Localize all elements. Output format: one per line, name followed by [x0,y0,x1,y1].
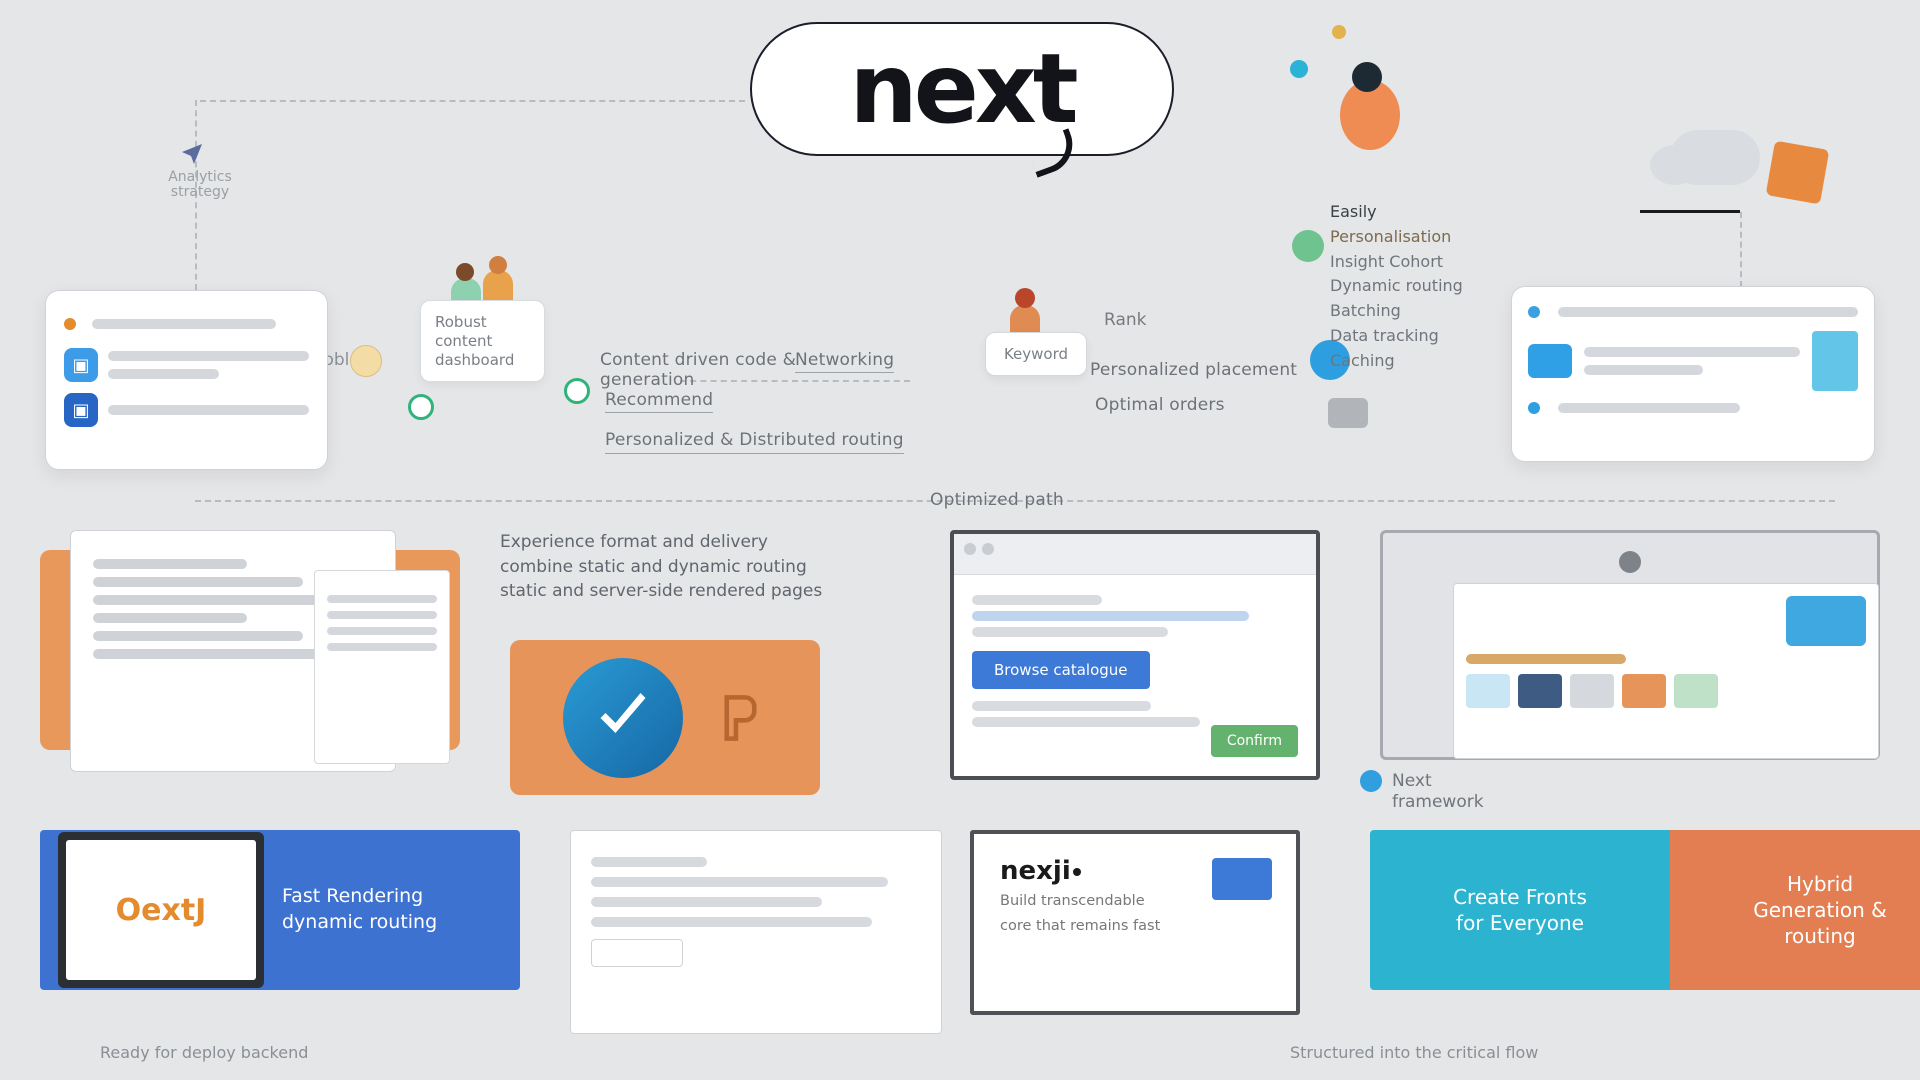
side-caption: Nextframework [1360,770,1484,812]
card-text: combine static and dynamic routing [500,555,910,580]
laptop-screen-text: OextJ [116,893,207,928]
framed-brand-card: nexji Build transcendable core that rema… [970,830,1300,1015]
person-illustration [1340,80,1400,150]
feature-item: Batching [1330,299,1530,324]
footer-text: Structured into the critical flow [1290,1043,1538,1062]
promo-text: routing [1784,923,1855,949]
input-placeholder[interactable] [591,939,683,967]
glyph-icon [713,688,768,748]
card-text: static and server-side rendered pages [500,579,910,604]
keyword-chip-label: Rank [1104,310,1146,330]
bullet-icon [408,394,434,420]
feature-subheading: Personalisation [1330,225,1530,250]
window-dot-icon [964,543,976,555]
feature-heading: Easily [1330,200,1530,225]
devices-illustration [1630,130,1860,210]
promo-text: for Everyone [1456,910,1584,936]
brand-logo-text: next [849,33,1074,145]
mini-browser-card: ▣ ▣ [45,290,328,470]
side-caption-title: Next [1392,771,1432,791]
promo-text: Generation & [1753,897,1887,923]
bullet-icon [564,378,590,404]
feature-chip-icon [1328,398,1368,428]
thumbnail-icon: ▣ [64,393,98,427]
dot-icon [1360,770,1382,792]
feature-item: Dynamic routing [1330,274,1530,299]
promo-text: Hybrid [1787,871,1853,897]
chip-icon [350,345,382,377]
guide-line [1740,212,1743,287]
feature-item: Caching [1330,349,1530,374]
plane-caption: Analytics strategy [155,170,245,201]
diagram-text: Optimal orders [1095,395,1225,415]
footer-text: Ready for deploy backend [100,1043,308,1062]
secondary-button[interactable]: Confirm [1211,725,1298,757]
thumbnail-icon [1812,331,1858,391]
promo-text: Create Fronts [1453,884,1587,910]
window-dot-icon [982,543,994,555]
browser-mock-card: Browse catalogue Confirm [950,530,1320,780]
thumbnail-icon [1674,674,1718,708]
split-promo-card: Create Frontsfor Everyone HybridGenerati… [1370,830,1920,990]
form-mock-card [570,830,942,1034]
diagram-text: Optimized path [930,490,1064,510]
thumbnail-icon: ▣ [64,348,98,382]
thumbnail-icon [1622,674,1666,708]
window-dot-icon [1528,306,1540,318]
promo-text: Fast Rendering [282,884,437,910]
stacked-screens-card [40,530,460,760]
laptop-icon: OextJ [58,832,264,988]
guide-line [1640,210,1740,213]
thumbnail-icon [1528,344,1572,378]
feature-item: Data tracking [1330,324,1530,349]
feature-item: Insight Cohort [1330,250,1530,275]
text-and-badge-card: Experience format and delivery combine s… [500,530,910,790]
thumbnail-icon [1786,596,1866,646]
window-dot-icon [1528,402,1540,414]
note-card: Robust content dashboard [420,300,545,382]
thumbnail-icon [1518,674,1562,708]
thumbnail-icon [1212,858,1272,900]
diagram-text: Recommend [605,390,713,413]
feature-list: Easily Personalisation Insight Cohort Dy… [1330,200,1530,374]
card-text: core that remains fast [1000,917,1270,936]
diagram-text: Networking [795,350,894,373]
blue-promo-card: OextJ Fast Renderingdynamic routing [40,830,520,990]
diagram-text: Personalized placement [1090,360,1350,380]
thumbnail-icon [1570,674,1614,708]
plane-icon [180,140,204,164]
keyword-chip: Keyword [985,332,1087,376]
window-dot-icon [64,318,76,330]
thumbnail-icon [1466,674,1510,708]
primary-button[interactable]: Browse catalogue [972,651,1150,689]
desktop-mock-card [1380,530,1880,760]
card-text: Experience format and delivery [500,530,910,555]
side-caption-sub: framework [1392,792,1484,812]
round-badge-icon [563,658,683,778]
mini-browser-card [1511,286,1875,462]
feature-dot-icon [1292,230,1324,262]
promo-text: dynamic routing [282,910,437,936]
guide-line [200,100,745,103]
accent-dot-icon [1290,60,1308,78]
diagram-text: Personalized & Distributed routing [605,430,904,454]
accent-dot-icon [1332,25,1346,39]
brand-logo: next [750,22,1174,156]
camera-dot-icon [1619,551,1641,573]
